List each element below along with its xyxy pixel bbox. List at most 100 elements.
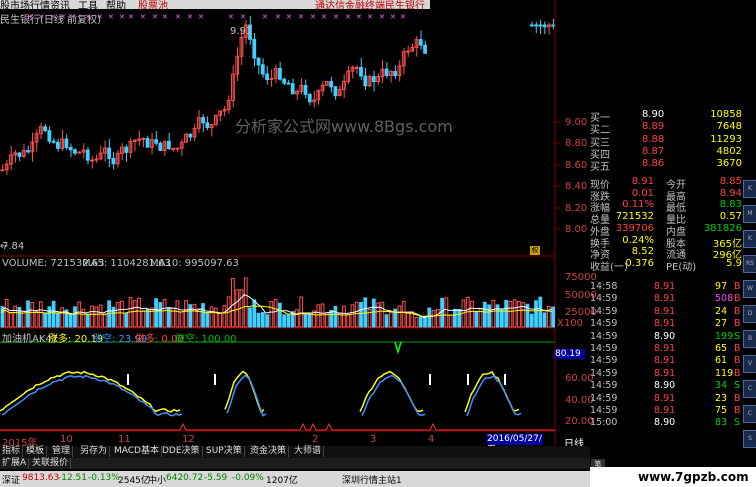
indicator-tab[interactable]: 管理 xyxy=(50,446,74,457)
signal-x-marker: ✕ xyxy=(85,13,91,21)
indicator-tab[interactable]: 资金决策 xyxy=(248,446,290,457)
volume-bar xyxy=(141,310,146,328)
bid-volume: 7648 xyxy=(716,121,742,133)
signal-x-marker: ✕ xyxy=(27,13,33,21)
sz-index-value: 9813.63 xyxy=(22,473,60,483)
quote-row: 买四 8.87 4802 xyxy=(590,146,742,161)
price-axis-label: 8.00 xyxy=(565,224,588,235)
volume-bar xyxy=(512,299,517,328)
candle-body xyxy=(167,140,171,150)
candle-body xyxy=(56,141,60,149)
indicator-tab[interactable]: SUP决策 xyxy=(204,446,245,457)
volume-bar xyxy=(380,301,385,328)
zx-index-change: -5.59 xyxy=(204,473,228,483)
volume-ma10: MA10: 995097.63 xyxy=(150,258,239,269)
volume-bar xyxy=(269,301,274,328)
candle-body xyxy=(286,82,291,85)
candle-body xyxy=(260,64,265,75)
volume-bar xyxy=(235,289,240,328)
indicator-tab[interactable]: 另存为 xyxy=(78,446,111,457)
indicator-v-marker xyxy=(394,341,402,355)
volume-bar xyxy=(13,305,18,328)
stat-value: 8.91 xyxy=(631,176,654,187)
candle-body xyxy=(529,24,534,27)
indicator-tab[interactable]: DDE决策 xyxy=(160,446,203,457)
tick-volume: 34 xyxy=(715,380,728,392)
rights-badge-icon: 权 xyxy=(530,246,540,255)
bid-price: 8.89 xyxy=(642,121,665,133)
date-axis-label: 10 xyxy=(60,434,73,445)
tick-price: 8.91 xyxy=(654,318,676,330)
tick-volume: 508 xyxy=(715,293,734,305)
candle-body xyxy=(551,24,556,27)
signal-x-marker: ✕ xyxy=(187,13,193,21)
candle-body xyxy=(64,138,69,149)
volume-bar xyxy=(487,304,491,328)
candle-body xyxy=(205,122,210,129)
signal-x-marker: ✕ xyxy=(400,13,406,21)
volume-bar xyxy=(98,304,103,328)
side-tool-icon[interactable]: S xyxy=(743,430,756,448)
indicator-bear-line xyxy=(1,374,522,417)
volume-bar xyxy=(397,305,402,328)
volume-bar xyxy=(470,300,474,328)
site-watermark-area: www.7gpzb.com xyxy=(590,467,756,487)
tick-price: 8.91 xyxy=(654,405,676,416)
candle-body xyxy=(333,86,338,97)
indicator-tab[interactable]: 模板 xyxy=(24,446,48,457)
candle-body xyxy=(107,147,111,159)
price-axis-label: 8.80 xyxy=(565,138,588,149)
volume-bar xyxy=(85,313,90,328)
tick-price: 8.91 xyxy=(654,355,676,367)
candle-body xyxy=(158,142,163,151)
sz-index-pct: -0.13% xyxy=(88,473,120,483)
candle-body xyxy=(303,84,308,95)
candle-body xyxy=(423,44,427,54)
candle-body xyxy=(73,149,77,154)
tick-side: B xyxy=(734,305,741,317)
quote-row: 买二 8.89 7648 xyxy=(590,121,742,136)
side-tool-icon[interactable]: K xyxy=(743,180,756,198)
signal-x-marker: ✕ xyxy=(198,13,204,21)
extension-tab[interactable]: 扩展A xyxy=(0,458,30,469)
side-tool-icon[interactable]: B xyxy=(743,330,756,348)
volume-bar xyxy=(201,303,205,328)
price-candles xyxy=(0,15,556,175)
volume-bar xyxy=(248,307,252,328)
tick-price: 8.90 xyxy=(654,380,676,392)
chart-canvas[interactable]: ✕ ✕ ✕ ✕ ✕ ✕ ✕ ✕ ✕ ✕ ✕ ✕ ✕ ✕ ✕ ✕ ✕ ✕ ✕ ✕ ✕ ✕ ✕ ✕ ✕ ✕ ✕ ✕ ✕ ✕ ✕ xyxy=(0,0,590,446)
indicator-tab[interactable]: 指标 xyxy=(0,446,24,457)
side-tool-icon[interactable]: RS xyxy=(743,255,756,273)
volume-bar xyxy=(307,314,312,328)
quote-row: 净资 8.52 流通 296亿 xyxy=(590,246,742,261)
side-tool-icon[interactable]: C xyxy=(743,405,756,423)
tick-volume: 61 xyxy=(715,355,728,367)
bid-label: 买五 xyxy=(590,162,610,174)
volume-bar xyxy=(453,308,457,328)
candle-body xyxy=(141,138,146,141)
volume-bar xyxy=(184,300,188,328)
side-tool-icon[interactable]: V xyxy=(743,355,756,373)
candle-body xyxy=(90,159,94,162)
volume-bar xyxy=(320,303,325,328)
indicator-tab[interactable]: 大师谱 xyxy=(292,446,325,457)
extension-tab[interactable]: 关联报价 xyxy=(30,458,72,469)
volume-bar xyxy=(222,305,227,328)
volume-bar xyxy=(30,302,35,328)
stat-value: 0.24% xyxy=(622,234,654,246)
server-status[interactable]: 深圳行情主站1 xyxy=(342,473,402,486)
volume-bar xyxy=(406,312,410,328)
tick-time: 14:59 xyxy=(590,305,618,317)
side-tool-icon[interactable]: M xyxy=(743,205,756,223)
status-bar: 深证 9813.63 -12.51 -0.13% 2545亿 中小 6420.7… xyxy=(0,471,590,487)
side-tool-icon[interactable]: D xyxy=(743,305,756,323)
volume-bar xyxy=(243,277,248,328)
side-tool-icon[interactable]: K xyxy=(743,230,756,248)
indicator-tab[interactable]: MACD基本 xyxy=(112,446,162,457)
side-tool-icon[interactable]: C xyxy=(743,380,756,398)
side-tool-icon[interactable]: W xyxy=(743,280,756,298)
tick-time: 14:58 xyxy=(590,281,618,292)
indicator-axis-current: 80.19 xyxy=(555,349,585,359)
volume-bar xyxy=(158,302,163,328)
quote-row: 买一 8.90 10858 xyxy=(590,109,742,124)
